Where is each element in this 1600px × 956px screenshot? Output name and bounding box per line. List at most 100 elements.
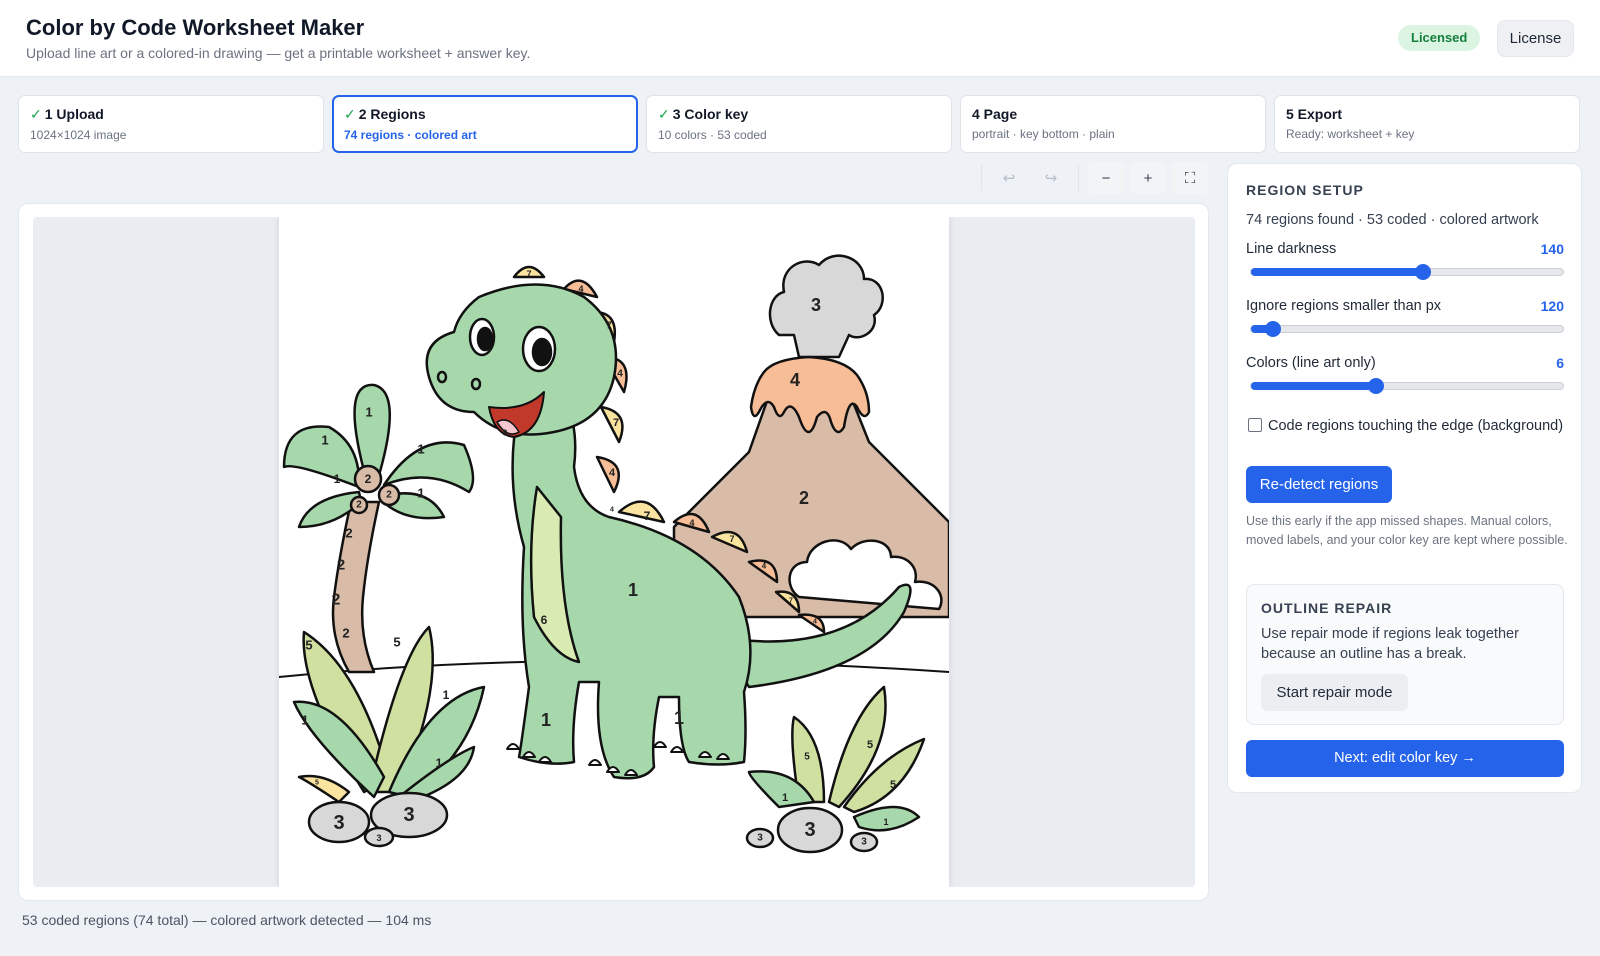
min-region-size-slider[interactable] (1250, 321, 1564, 337)
colors-count-slider[interactable] (1250, 378, 1564, 394)
region-number-label[interactable]: 2 (356, 500, 362, 511)
region-number-label[interactable]: 5 (305, 638, 312, 653)
status-line: 53 coded regions (74 total) — colored ar… (22, 912, 432, 928)
region-number-label[interactable]: 1 (443, 688, 450, 702)
zoom-out-icon[interactable]: − (1088, 162, 1124, 194)
step-title: 2 Regions (358, 106, 426, 122)
canvas-viewport[interactable]: 7474744747474816113421111221222225511153… (33, 217, 1195, 887)
toolbar-divider (1078, 165, 1079, 191)
region-number-label[interactable]: 2 (332, 592, 341, 609)
region-number-label[interactable]: 3 (811, 295, 821, 315)
region-number-label[interactable]: 1 (436, 756, 443, 770)
region-number-label[interactable]: 4 (813, 619, 817, 626)
step-title: 4 Page (972, 106, 1018, 122)
step-subtitle: 74 regions · colored art (344, 128, 477, 142)
outline-repair-box: OUTLINE REPAIR Use repair mode if region… (1246, 584, 1564, 725)
redetect-regions-button[interactable]: Re-detect regions (1246, 466, 1392, 503)
region-number-label[interactable]: 3 (861, 837, 867, 848)
canvas-card: 7474744747474816113421111221222225511153… (18, 203, 1209, 901)
undo-icon[interactable]: ↩ (991, 162, 1027, 194)
region-number-label[interactable]: 4 (689, 518, 694, 528)
region-number-label[interactable]: 1 (883, 817, 888, 827)
next-edit-color-key-button[interactable]: Next: edit color key → (1246, 740, 1564, 777)
region-number-label[interactable]: 4 (578, 284, 583, 294)
region-number-label[interactable]: 3 (333, 812, 344, 834)
license-button[interactable]: License (1497, 20, 1574, 57)
region-number-label[interactable]: 1 (301, 713, 308, 728)
region-number-label[interactable]: 7 (526, 269, 531, 279)
region-number-label[interactable]: 3 (804, 819, 815, 841)
region-number-label[interactable]: 5 (393, 635, 400, 650)
region-number-label[interactable]: 3 (757, 833, 763, 844)
panel-title: REGION SETUP (1246, 182, 1364, 198)
start-repair-mode-button[interactable]: Start repair mode (1261, 674, 1408, 711)
app-header: Color by Code Worksheet Maker Upload lin… (0, 0, 1600, 77)
step-regions[interactable]: ✓ 2 Regions 74 regions · colored art (332, 95, 638, 153)
slider-thumb[interactable] (1414, 264, 1431, 280)
region-number-label[interactable]: 7 (644, 509, 651, 523)
check-icon: ✓ (30, 106, 42, 122)
worksheet-page[interactable]: 7474744747474816113421111221222225511153… (279, 217, 949, 887)
region-number-label[interactable]: 5 (890, 779, 896, 791)
step-subtitle: 10 colors · 53 coded (658, 128, 767, 142)
region-number-label[interactable]: 7 (789, 598, 793, 605)
slider-thumb[interactable] (1367, 378, 1384, 394)
region-number-label[interactable]: 2 (337, 557, 345, 574)
region-number-label[interactable]: 1 (628, 580, 638, 600)
min-region-size-label: Ignore regions smaller than px (1246, 298, 1442, 314)
region-number-label[interactable]: 1 (334, 472, 341, 486)
region-number-label[interactable]: 4 (609, 467, 616, 479)
line-darkness-slider[interactable] (1250, 264, 1564, 280)
region-number-label[interactable]: 3 (376, 833, 381, 843)
region-number-label[interactable]: 4 (617, 369, 623, 380)
check-icon: ✓ (658, 106, 670, 122)
region-number-label[interactable]: 5 (315, 780, 319, 787)
region-number-label[interactable]: 2 (365, 472, 372, 486)
region-number-label[interactable]: 2 (386, 490, 392, 501)
region-number-label[interactable]: 4 (790, 370, 800, 390)
app-subtitle: Upload line art or a colored-in drawing … (26, 45, 531, 61)
region-number-label[interactable]: 7 (729, 534, 734, 544)
outline-repair-description: Use repair mode if regions leak together… (1261, 626, 1519, 662)
region-number-label[interactable]: 5 (867, 739, 873, 751)
step-color-key[interactable]: ✓ 3 Color key 10 colors · 53 coded (646, 95, 952, 153)
canvas-toolbar: ↩ ↪ − + ⛶ (975, 161, 1211, 195)
region-number-label[interactable]: 2 (342, 626, 349, 641)
step-subtitle: portrait · key bottom · plain (972, 127, 1115, 141)
step-subtitle: Ready: worksheet + key (1286, 127, 1415, 141)
region-number-label[interactable]: 4 (762, 562, 767, 571)
min-region-size-value: 120 (1540, 298, 1564, 314)
edge-regions-checkbox[interactable] (1248, 418, 1262, 432)
step-export[interactable]: 5 Export Ready: worksheet + key (1274, 95, 1580, 153)
fit-to-screen-icon[interactable]: ⛶ (1172, 162, 1208, 194)
region-number-label[interactable]: 1 (417, 442, 424, 457)
license-status-badge: Licensed (1398, 25, 1481, 51)
region-number-label[interactable]: 4 (610, 507, 614, 514)
zoom-in-icon[interactable]: + (1130, 162, 1166, 194)
region-number-label[interactable]: 1 (417, 486, 424, 501)
region-number-label[interactable]: 1 (782, 792, 788, 804)
region-number-label[interactable]: 7 (613, 417, 619, 429)
step-title: 1 Upload (44, 106, 104, 122)
region-number-label[interactable]: 8 (503, 429, 508, 438)
region-number-label[interactable]: 1 (365, 405, 372, 420)
step-title: 5 Export (1286, 106, 1343, 122)
region-number-label[interactable]: 6 (541, 613, 548, 627)
app-title: Color by Code Worksheet Maker (26, 15, 365, 40)
region-number-label[interactable]: 3 (403, 804, 414, 826)
region-number-label[interactable]: 5 (804, 752, 810, 763)
region-summary: 74 regions found · 53 coded · colored ar… (1246, 212, 1539, 228)
region-number-label[interactable]: 7 (606, 321, 612, 332)
region-number-label[interactable]: 2 (345, 526, 352, 541)
region-number-label[interactable]: 1 (321, 433, 328, 448)
edge-regions-option[interactable]: Code regions touching the edge (backgrou… (1248, 417, 1568, 436)
step-page[interactable]: 4 Page portrait · key bottom · plain (960, 95, 1266, 153)
step-title: 3 Color key (672, 106, 749, 122)
region-number-label[interactable]: 1 (674, 708, 684, 728)
step-upload[interactable]: ✓ 1 Upload 1024×1024 image (18, 95, 324, 153)
region-number-label[interactable]: 1 (541, 710, 551, 730)
slider-thumb[interactable] (1264, 321, 1281, 337)
redo-icon[interactable]: ↪ (1033, 162, 1069, 194)
worksheet-artwork[interactable]: 7474744 7 474748161 13421111 22 1222225 511153… (279, 217, 949, 887)
region-number-label[interactable]: 2 (799, 488, 809, 508)
